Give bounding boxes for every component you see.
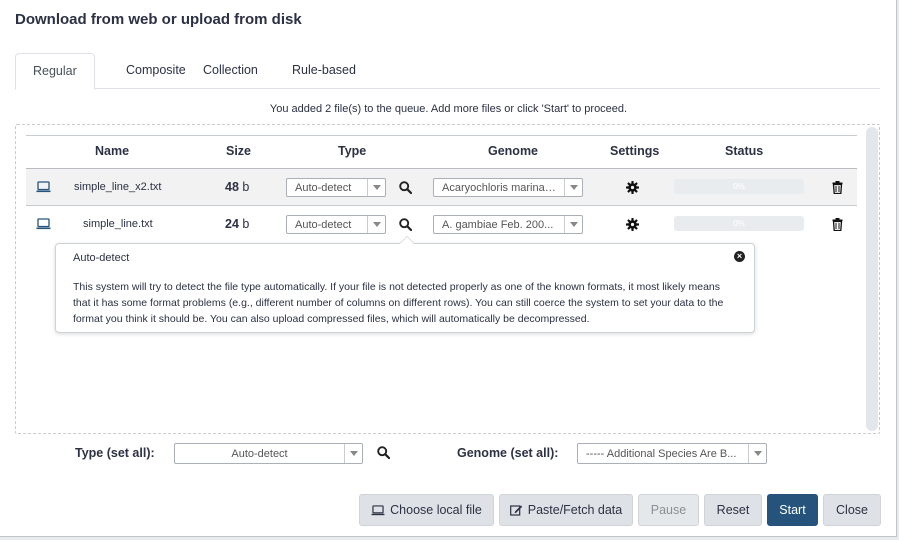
file-size-unit: b — [242, 180, 250, 194]
col-header-status: Status — [725, 144, 764, 158]
genome-select[interactable]: A. gambiae Feb. 200... — [433, 215, 583, 234]
laptop-icon[interactable] — [36, 169, 51, 205]
search-icon[interactable] — [377, 446, 391, 462]
file-name[interactable]: simple_line_x2.txt — [74, 169, 161, 205]
type-set-all-select[interactable]: Auto-detect — [174, 443, 363, 464]
upload-scrollbar[interactable] — [866, 127, 878, 431]
chevron-down-icon — [748, 444, 766, 463]
choose-local-file-label: Choose local file — [390, 503, 482, 517]
file-name[interactable]: simple_line.txt — [83, 206, 153, 242]
choose-local-file-button[interactable]: Choose local file — [359, 494, 494, 526]
chevron-down-icon — [367, 216, 385, 233]
genome-set-all-label: Genome (set all): — [457, 446, 559, 460]
header-divider — [26, 135, 857, 136]
tab-collection[interactable]: Collection — [186, 53, 275, 89]
trash-icon[interactable] — [832, 169, 843, 205]
tab-bar: Regular Composite Collection Rule-based — [15, 53, 880, 90]
start-button[interactable]: Start — [767, 494, 818, 526]
tab-regular[interactable]: Regular — [15, 53, 95, 90]
genome-set-all-value: ----- Additional Species Are B... — [586, 447, 737, 460]
col-header-name: Name — [95, 144, 130, 158]
genome-select-value: Acaryochloris marina ... — [442, 181, 557, 194]
upload-progress-bar: 0% — [674, 216, 804, 231]
chevron-down-icon — [367, 179, 385, 196]
upload-progress-bar: 0% — [674, 179, 804, 194]
queue-message: You added 2 file(s) to the queue. Add mo… — [269, 103, 628, 115]
paste-fetch-label: Paste/Fetch data — [527, 503, 623, 517]
genome-set-all-select[interactable]: ----- Additional Species Are B... — [577, 443, 767, 464]
file-size-value: 48 — [225, 180, 239, 194]
gear-icon[interactable] — [626, 206, 639, 242]
col-header-type: Type — [338, 144, 367, 158]
genome-select[interactable]: Acaryochloris marina ... — [433, 178, 583, 197]
genome-select-value: A. gambiae Feb. 200... — [442, 218, 554, 231]
trash-icon[interactable] — [832, 206, 843, 242]
close-icon[interactable]: × — [734, 251, 745, 262]
laptop-icon — [371, 504, 385, 515]
type-select-value: Auto-detect — [295, 218, 352, 231]
col-header-genome: Genome — [488, 144, 539, 158]
paste-fetch-button[interactable]: Paste/Fetch data — [499, 494, 633, 526]
type-select-value: Auto-detect — [295, 181, 352, 194]
file-size: 48 b — [225, 169, 249, 205]
popover-title: Auto-detect — [73, 252, 130, 264]
file-size-value: 24 — [225, 217, 239, 231]
laptop-icon[interactable] — [36, 206, 51, 242]
type-select[interactable]: Auto-detect — [286, 178, 386, 197]
col-header-settings: Settings — [610, 144, 660, 158]
type-set-all-label: Type (set all): — [75, 446, 155, 460]
file-size-unit: b — [242, 217, 250, 231]
chevron-down-icon — [344, 444, 362, 463]
chevron-down-icon — [564, 179, 582, 196]
col-header-size: Size — [226, 144, 252, 158]
close-button[interactable]: Close — [823, 494, 881, 526]
popover-body: This system will try to detect the file … — [73, 281, 724, 325]
table-row: simple_line.txt 24 b Auto-detect A. gamb… — [26, 205, 857, 242]
tab-rule-based[interactable]: Rule-based — [275, 53, 373, 89]
dialog-title: Download from web or upload from disk — [15, 11, 302, 28]
search-icon[interactable] — [399, 169, 412, 205]
gear-icon[interactable] — [626, 169, 639, 205]
pause-button[interactable]: Pause — [638, 494, 699, 526]
upload-dialog: Download from web or upload from disk Re… — [0, 0, 897, 537]
table-row: simple_line_x2.txt 48 b Auto-detect Acar… — [26, 168, 857, 205]
reset-button[interactable]: Reset — [704, 494, 762, 526]
type-set-all-value: Auto-detect — [231, 447, 288, 460]
chevron-down-icon — [564, 216, 582, 233]
file-size: 24 b — [225, 206, 249, 242]
edit-icon — [509, 505, 522, 516]
type-help-popover: Auto-detect × This system will try to de… — [55, 236, 755, 333]
type-select[interactable]: Auto-detect — [286, 215, 386, 234]
